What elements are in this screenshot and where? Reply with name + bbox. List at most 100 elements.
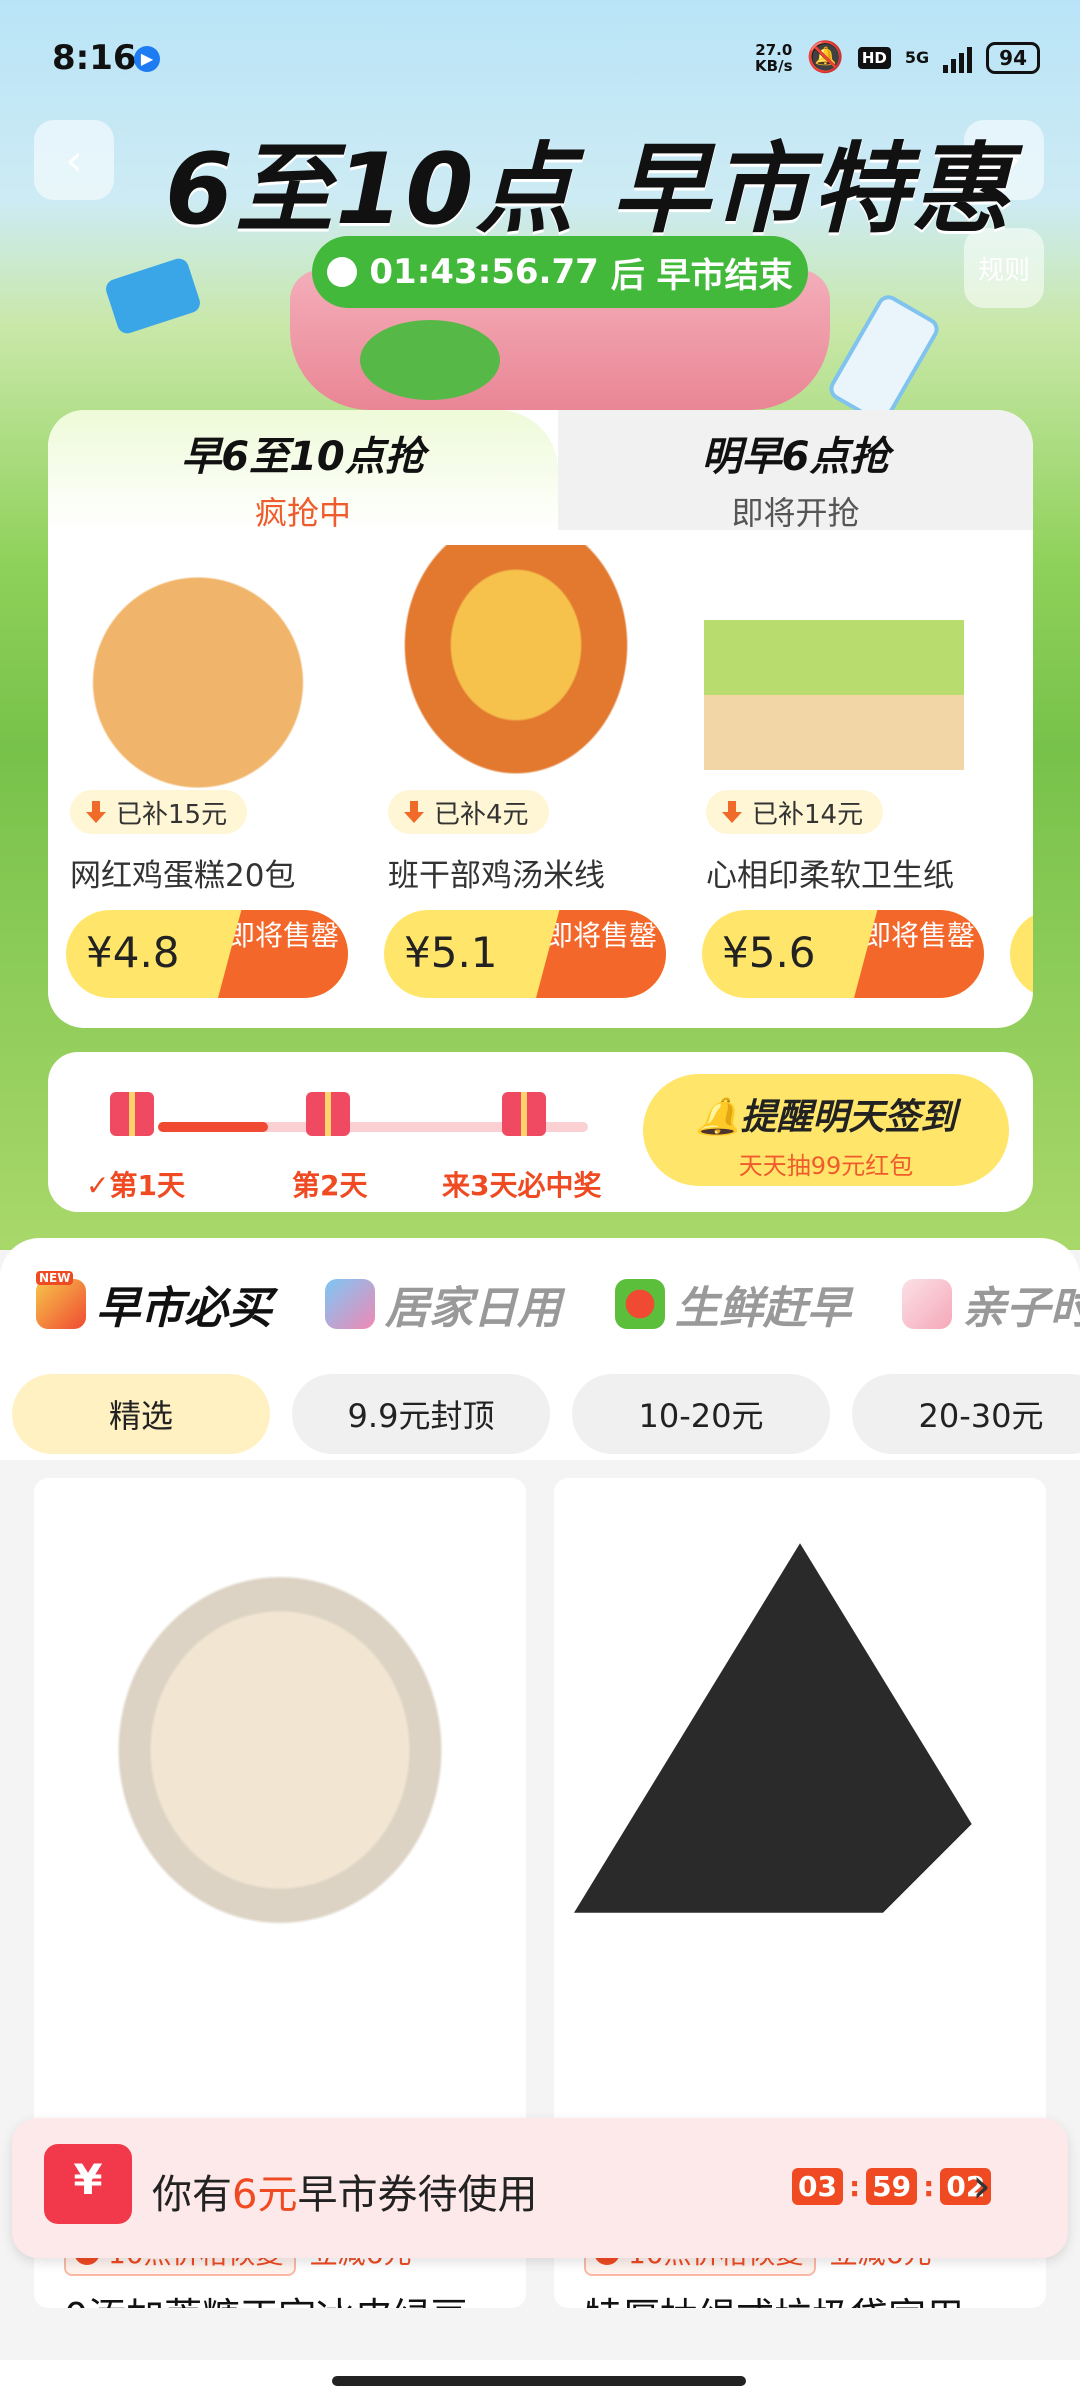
arrow-down-icon [722,801,742,823]
subsidy-text: 已补14元 [752,799,864,830]
tab-status: 即将开抢 [731,494,860,532]
coupon-timer: 03: 59: 02 [792,2168,992,2205]
price-filters: 精选 9.9元封顶 10-20元 20-30元 [0,1360,1080,1460]
coupon-icon: ¥ [44,2144,132,2224]
product-card[interactable]: 已补14元 心相印柔软卫生纸 ¥5.6 即将售罄 [694,540,984,1020]
coupon-message: 你有6元早市券待使用 [152,2162,537,2220]
filter-chip[interactable]: 精选 [12,1374,270,1454]
timer-separator: : [848,2170,861,2203]
chevron-left-icon: ‹ [65,134,83,186]
category-tab-fresh[interactable]: 生鲜赶早 [615,1272,851,1336]
category-label: 生鲜赶早 [675,1283,851,1334]
buy-cta: 即将售罄 [854,910,984,998]
product-name: 班干部鸡汤米线 [388,858,605,894]
chevron-right-icon: › [972,2158,992,2214]
network-speed: 27.0 KB/s [755,42,792,74]
battery-indicator: 94 [986,41,1040,74]
tab-tomorrow[interactable]: 明早6点抢 即将开抢 [558,410,1033,532]
buy-cta: 即将售罄 [536,910,666,998]
signal-icon [943,43,973,73]
home-indicator[interactable] [332,2376,746,2386]
category-label: 亲子时 [962,1283,1080,1334]
countdown-time: 01:43:56.77 [369,252,599,292]
subsidy-text: 已补4元 [434,799,529,830]
checkin-day-label: 第2天 [292,1169,368,1202]
category-tab-home[interactable]: 居家日用 [325,1272,561,1336]
coupon-prefix: 你有 [152,2172,232,2218]
checkin-day-label: 第1天 [109,1169,185,1202]
network-speed-unit: KB/s [755,56,793,75]
subsidy-badge: 已补4元 [388,790,549,834]
back-button[interactable]: ‹ [34,120,114,200]
checkin-progress-fill [158,1122,268,1132]
timer-separator: : [923,2170,935,2203]
coupon-amount: 6元 [232,2172,298,2218]
tab-title: 早6至10点抢 [181,434,425,480]
product-image [574,1543,1026,1913]
next-product-peek [1010,910,1033,998]
bell-icon: 🔔 [695,1097,741,1138]
system-nav-bar [0,2360,1080,2403]
remind-checkin-button[interactable]: 🔔提醒明天签到 天天抽99元红包 [643,1074,1009,1186]
buy-button[interactable]: ¥5.1 即将售罄 [384,910,666,998]
check-icon: ✓ [86,1169,110,1202]
category-label: 居家日用 [385,1283,561,1334]
page-title: 6至10点 早市特惠 [165,133,1012,247]
status-time: 8:16 [52,38,137,78]
category-tab-kids[interactable]: 亲子时 [902,1272,1080,1336]
flash-sale-products: 已补15元 网红鸡蛋糕20包 ¥4.8 即将售罄 已补4元 班干部鸡汤米线 ¥5… [58,540,1033,1020]
remind-label: 🔔提醒明天签到 [643,1088,1009,1140]
buy-button[interactable]: ¥5.6 即将售罄 [702,910,984,998]
product-card[interactable]: 已补15元 网红鸡蛋糕20包 ¥4.8 即将售罄 [58,540,348,1020]
product-name: 0添加蔗糖正宗冰皮绿豆 [64,2286,468,2308]
buy-cta: 即将售罄 [218,910,348,998]
filter-chip[interactable]: 9.9元封顶 [292,1374,550,1454]
subsidy-badge: 已补15元 [70,790,248,834]
product-name: 网红鸡蛋糕20包 [70,858,296,894]
product-name: 特厚抽绳式垃圾袋家用 [584,2286,964,2308]
product-price: ¥5.1 [404,928,498,977]
coupon-reminder-bar[interactable]: ¥ 你有6元早市券待使用 03: 59: 02 › [12,2118,1068,2258]
remind-subtitle: 天天抽99元红包 [738,1152,914,1180]
subsidy-text: 已补15元 [116,799,228,830]
tab-title: 明早6点抢 [701,434,890,480]
product-price: ¥4.8 [86,928,180,977]
tab-today[interactable]: 早6至10点抢 疯抢中 [48,410,558,532]
detergent-icon [325,1279,375,1329]
countdown-suffix: 后 早市结束 [610,255,793,296]
remind-text: 提醒明天签到 [740,1097,957,1138]
product-image [386,545,646,795]
category-tab-must-buy[interactable]: NEW 早市必买 [36,1271,272,1336]
app-notification-icon: ▶ [134,46,160,72]
gift-icon [502,1092,546,1136]
clock-icon [327,257,358,287]
tab-status: 疯抢中 [254,494,351,532]
flash-sale-card: 早6至10点抢 疯抢中 明早6点抢 即将开抢 已补15元 网红鸡蛋糕20包 ¥4… [48,410,1033,1028]
checkin-day-label: 来3天必中奖 [442,1169,602,1202]
gift-icon [110,1092,154,1136]
product-image [54,1508,506,1948]
new-badge: NEW [36,1271,74,1285]
hd-badge: HD [857,46,891,69]
product-card[interactable]: 已补4元 班干部鸡汤米线 ¥5.1 即将售罄 [376,540,666,1020]
subsidy-badge: 已补14元 [706,790,884,834]
product-price: ¥5.6 [722,928,816,977]
timer-minutes: 59 [866,2168,918,2205]
timer-hours: 03 [792,2168,843,2205]
product-image [704,545,964,795]
baby-bottle-icon [902,1279,952,1329]
filter-chip[interactable]: 20-30元 [852,1374,1080,1454]
gift-icon [306,1092,350,1136]
market-countdown: 01:43:56.77 后 早市结束 [312,236,808,308]
arrow-down-icon [404,801,424,823]
category-tabs: NEW 早市必买 居家日用 生鲜赶早 亲子时 [0,1238,1080,1368]
filter-chip[interactable]: 10-20元 [572,1374,830,1454]
vegetable-icon [615,1279,665,1329]
buy-button[interactable]: ¥4.8 即将售罄 [66,910,348,998]
vegetable-illustration [360,320,500,400]
status-indicators: 27.0 KB/s 🔕 HD 5G 94 [755,40,1040,75]
checkin-day: ✓第1天 [86,1164,185,1204]
flash-sale-tabs: 早6至10点抢 疯抢中 明早6点抢 即将开抢 [48,410,1033,532]
status-bar: 8:16 ▶ 27.0 KB/s 🔕 HD 5G 94 [0,0,1080,120]
product-name: 心相印柔软卫生纸 [706,858,954,894]
